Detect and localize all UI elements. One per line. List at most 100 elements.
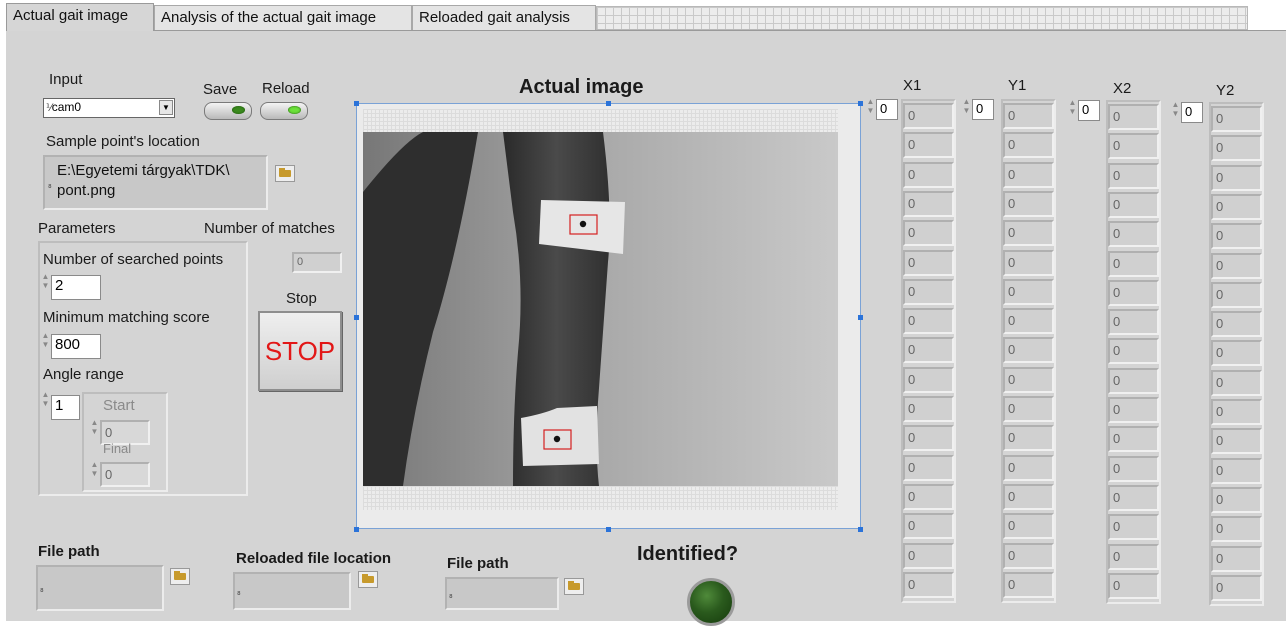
stop-button[interactable]: STOP [258,311,342,391]
chevron-down-icon[interactable]: ▼ [159,100,173,115]
x2-index-input[interactable]: 0 [1078,100,1100,121]
x1-array-cell: 0 [903,543,954,569]
reloaded-location-field[interactable]: ₈ [233,572,351,610]
y1-array-cell: 0 [1003,543,1054,569]
sample-path-line1: E:\Egyetemi tárgyak\TDK\ [57,162,230,179]
y2-array-cell: 0 [1211,546,1262,572]
y2-array-cell: 0 [1211,516,1262,542]
resize-handle[interactable] [858,101,863,106]
resize-handle[interactable] [606,101,611,106]
x1-array-cell: 0 [903,308,954,334]
x2-array-cell: 0 [1108,544,1159,570]
x2-array-cell: 0 [1108,251,1159,277]
marker-dot-bottom [553,435,561,443]
x2-array-cell: 0 [1108,514,1159,540]
x1-array-cell: 0 [903,572,954,598]
y1-array-cell: 0 [1003,484,1054,510]
x1-array-cell: 0 [903,396,954,422]
tab-analysis-actual-gait[interactable]: Analysis of the actual gait image [154,5,412,30]
resize-handle[interactable] [354,527,359,532]
x2-array-cell: 0 [1108,133,1159,159]
image-band-top [363,109,838,132]
tab-actual-gait-image[interactable]: Actual gait image [6,3,154,31]
angle-range-input[interactable]: 1 [51,395,80,420]
file-path2-field[interactable]: ₈ [445,577,559,610]
resize-handle[interactable] [858,315,863,320]
reloaded-location-label: Reloaded file location [236,550,392,567]
x1-index-spinner-icon[interactable]: ▲ ▼ [866,97,875,115]
y1-array-cell: 0 [1003,279,1054,305]
score-spinner-icon[interactable]: ▲ ▼ [41,331,50,349]
file-path-label: File path [38,543,100,560]
matches-indicator: 0 [292,252,342,273]
x1-array-cell: 0 [903,513,954,539]
y1-array-cell: 0 [1003,513,1054,539]
y1-index-spinner-icon[interactable]: ▲ ▼ [962,97,971,115]
file-path2-label: File path [447,555,509,572]
parameters-label: Parameters [38,220,116,237]
x2-array-cell: 0 [1108,456,1159,482]
y1-array-cell: 0 [1003,367,1054,393]
x1-array-cell: 0 [903,191,954,217]
y2-array-cell: 0 [1211,575,1262,601]
final-spinner-icon[interactable]: ▲ ▼ [90,460,99,478]
y2-index-spinner-icon[interactable]: ▲ ▼ [1171,100,1180,118]
browse-folder-icon[interactable] [170,568,190,585]
tab-bar: Actual gait image Analysis of the actual… [0,0,1288,31]
x1-index-input[interactable]: 0 [876,99,898,120]
x2-array-cell: 0 [1108,280,1159,306]
file-path-field[interactable]: ₈ [36,565,164,611]
x1-array-cell: 0 [903,132,954,158]
browse-folder-icon[interactable] [275,165,295,182]
resize-handle[interactable] [858,527,863,532]
y2-array-cell: 0 [1211,487,1262,513]
path-type-icon: ₈ [48,179,52,189]
gait-photo [363,132,838,486]
reload-led-icon [288,106,301,114]
y2-array-cell: 0 [1211,428,1262,454]
save-toggle[interactable] [204,102,252,120]
column-header-x2: X2 [1113,80,1132,97]
searched-spinner-icon[interactable]: ▲ ▼ [41,272,50,290]
image-band-bottom [363,486,838,510]
x2-array-cell: 0 [1108,221,1159,247]
identified-label: Identified? [637,543,739,565]
x2-array-cell: 0 [1108,368,1159,394]
resize-handle[interactable] [354,315,359,320]
start-spinner-icon[interactable]: ▲ ▼ [90,418,99,436]
final-input[interactable]: 0 [100,462,150,487]
identified-led-icon [687,578,735,626]
y2-index-input[interactable]: 0 [1181,102,1203,123]
x2-array-cell: 0 [1108,397,1159,423]
x1-array-cell: 0 [903,367,954,393]
tab-reloaded-gait-analysis[interactable]: Reloaded gait analysis [412,5,596,30]
y2-array-cell: 0 [1211,340,1262,366]
y2-array-cell: 0 [1211,370,1262,396]
save-label: Save [203,81,238,98]
angle-spinner-icon[interactable]: ▲ ▼ [41,390,50,408]
y1-array-cell: 0 [1003,220,1054,246]
sample-location-label: Sample point's location [46,133,200,150]
matches-label: Number of matches [204,220,335,237]
camera-select[interactable]: ⅟cam0 ▼ [43,98,175,118]
searched-points-input[interactable]: 2 [51,275,101,300]
browse-folder-icon[interactable] [358,571,378,588]
y1-array-cell: 0 [1003,308,1054,334]
x1-array-cell: 0 [903,162,954,188]
y2-array-cell: 0 [1211,194,1262,220]
resize-handle[interactable] [606,527,611,532]
sample-path-field[interactable]: ₈ E:\Egyetemi tárgyak\TDK\ pont.png [43,155,268,210]
reload-toggle[interactable] [260,102,308,120]
y2-array-cell: 0 [1211,106,1262,132]
x2-index-spinner-icon[interactable]: ▲ ▼ [1068,98,1077,116]
x2-array-cell: 0 [1108,338,1159,364]
y1-index-input[interactable]: 0 [972,99,994,120]
y2-array-cell: 0 [1211,253,1262,279]
browse-folder-icon[interactable] [564,578,584,595]
x2-array-cell: 0 [1108,426,1159,452]
y1-array-cell: 0 [1003,337,1054,363]
y1-array-cell: 0 [1003,396,1054,422]
resize-handle[interactable] [354,101,359,106]
min-score-input[interactable]: 800 [51,334,101,359]
tab-bar-filler [596,6,1248,30]
